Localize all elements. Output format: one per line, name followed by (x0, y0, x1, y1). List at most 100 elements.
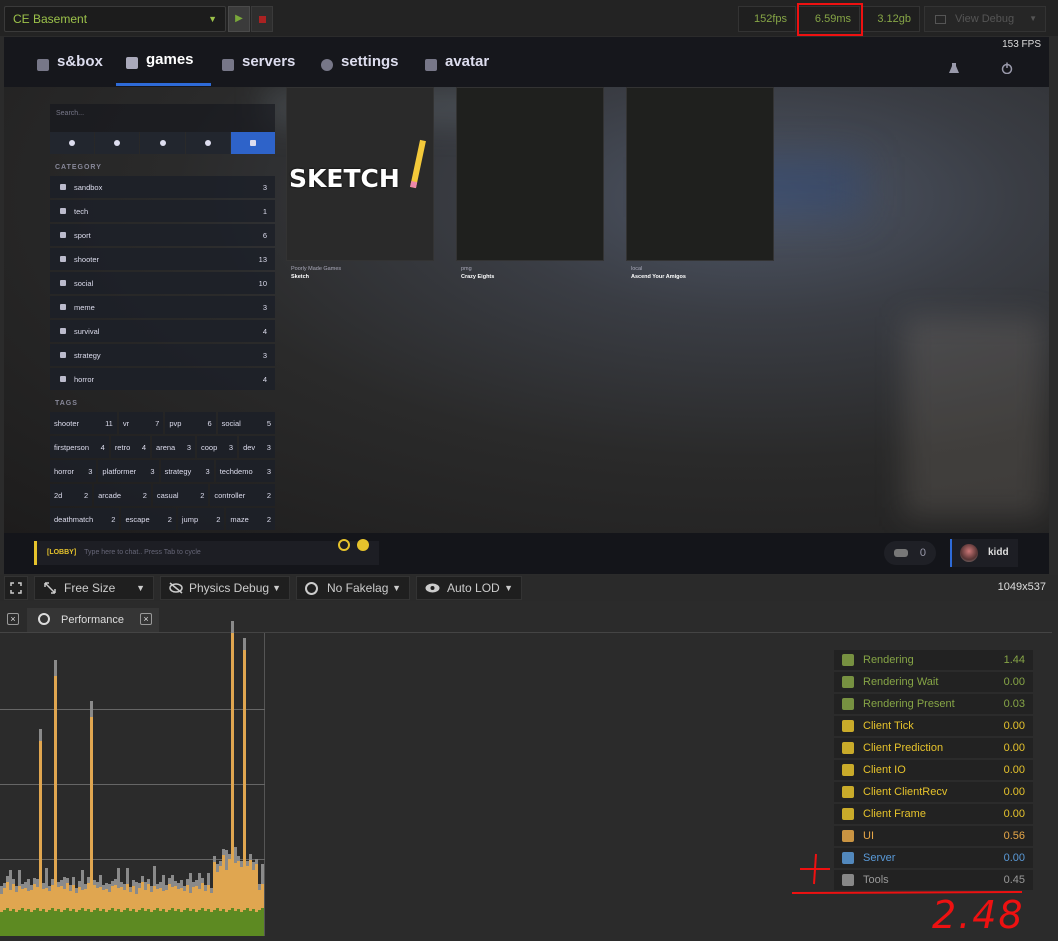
game-card-sketch[interactable]: SKETCH (286, 87, 434, 261)
metric-row[interactable]: Client Prediction 0.00 (834, 738, 1033, 758)
tag-chip[interactable]: horror 3 (50, 460, 97, 482)
play-button[interactable]: ▶ (228, 6, 250, 32)
metric-label: Client Frame (863, 808, 926, 820)
tag-chip[interactable]: maze 2 (226, 508, 275, 530)
fakelag-label: No Fakelag (327, 581, 389, 595)
category-item[interactable]: shooter 13 (50, 248, 275, 270)
category-item[interactable]: tech 1 (50, 200, 275, 222)
tag-chip[interactable]: strategy 3 (160, 460, 214, 482)
trophy-filter-button[interactable] (50, 132, 95, 154)
tag-chip[interactable]: deathmatch 2 (50, 508, 120, 530)
metric-label: Client Tick (863, 720, 914, 732)
game-viewport[interactable]: s&box games servers settings avatar 153 … (4, 37, 1049, 574)
person-icon (425, 59, 437, 71)
lod-dropdown[interactable]: Auto LOD ▼ (416, 576, 522, 600)
annotation-plus: + (816, 850, 817, 851)
category-item[interactable]: sport 6 (50, 224, 275, 246)
tag-label: maze (230, 514, 249, 524)
physics-debug-dropdown[interactable]: Physics Debug ▼ (160, 576, 290, 600)
stop-icon (259, 16, 266, 23)
tag-chip[interactable]: arena 3 (152, 436, 196, 458)
tag-chip[interactable]: social 5 (217, 412, 275, 434)
fakelag-dropdown[interactable]: No Fakelag ▼ (296, 576, 410, 600)
view-debug-button[interactable]: View Debug ▼ (924, 6, 1046, 32)
nav-avatar[interactable]: avatar (425, 53, 489, 83)
metric-row[interactable]: Rendering Wait 0.00 (834, 672, 1033, 692)
recent-filter-button[interactable] (185, 132, 230, 154)
tag-chip[interactable]: 2d 2 (50, 484, 93, 506)
user-profile[interactable]: kidd (950, 539, 1018, 567)
category-label: meme (74, 302, 95, 312)
category-item[interactable]: strategy 3 (50, 344, 275, 366)
category-icon (60, 376, 66, 382)
metric-row[interactable]: Client Tick 0.00 (834, 716, 1033, 736)
saved-filter-button[interactable] (230, 132, 276, 154)
metric-row[interactable]: UI 0.56 (834, 826, 1033, 846)
metric-value: 0.03 (1003, 698, 1025, 710)
category-item[interactable]: horror 4 (50, 368, 275, 390)
metric-value: 1.44 (1003, 654, 1025, 666)
fullscreen-button[interactable] (4, 576, 28, 600)
tag-count: 3 (186, 442, 192, 452)
tag-chip[interactable]: casual 2 (152, 484, 209, 506)
power-icon[interactable] (1001, 61, 1013, 75)
category-item[interactable]: sandbox 3 (50, 176, 275, 198)
scene-select[interactable]: CE Basement ▼ (4, 6, 226, 32)
free-size-dropdown[interactable]: Free Size ▼ (34, 576, 154, 600)
tag-chip[interactable]: arcade 2 (94, 484, 151, 506)
game-card-crazy-eights[interactable] (456, 87, 604, 261)
search-input[interactable]: Search... (50, 104, 275, 132)
metric-row[interactable]: Client Frame 0.00 (834, 804, 1033, 824)
tag-chip[interactable]: shooter 11 (50, 412, 117, 434)
emoji-icon[interactable] (357, 539, 369, 551)
close-icon[interactable]: × (140, 613, 152, 625)
tag-chip[interactable]: controller 2 (210, 484, 276, 506)
tag-label: retro (114, 442, 131, 452)
tag-chip[interactable]: firstperson 4 (50, 436, 109, 458)
tag-chip[interactable]: pvp 6 (165, 412, 216, 434)
tag-label: escape (125, 514, 150, 524)
tag-chip[interactable]: retro 4 (110, 436, 151, 458)
card-title[interactable]: Sketch (291, 274, 309, 280)
close-icon[interactable]: × (7, 613, 19, 625)
tag-count: 2 (266, 490, 272, 500)
nav-servers[interactable]: servers (222, 53, 295, 83)
circle-icon (842, 830, 854, 842)
nav-label: avatar (445, 53, 490, 70)
card-title[interactable]: Crazy Eights (461, 274, 494, 280)
category-list: sandbox 3 tech 1 sport 6 shooter 13 social 10 meme… (50, 176, 275, 390)
tag-chip[interactable]: vr 7 (118, 412, 164, 434)
location-icon[interactable] (338, 539, 350, 551)
tag-chip[interactable]: platformer 3 (98, 460, 159, 482)
tag-chip[interactable]: jump 2 (177, 508, 225, 530)
tag-chip[interactable]: escape 2 (121, 508, 176, 530)
category-label: shooter (74, 254, 100, 264)
chevron-down-icon: ▼ (392, 583, 401, 593)
flask-icon[interactable] (948, 61, 960, 73)
category-item[interactable]: social 10 (50, 272, 275, 294)
card-title[interactable]: Ascend Your Amigos (631, 274, 686, 280)
tag-chip[interactable]: techdemo 3 (215, 460, 276, 482)
metric-row[interactable]: Rendering Present 0.03 (834, 694, 1033, 714)
category-item[interactable]: meme 3 (50, 296, 275, 318)
metric-row[interactable]: Client IO 0.00 (834, 760, 1033, 780)
metric-row[interactable]: Client ClientRecv 0.00 (834, 782, 1033, 802)
nav-games[interactable]: games (126, 51, 194, 81)
category-item[interactable]: survival 4 (50, 320, 275, 342)
tag-count: 3 (205, 466, 210, 476)
tag-chip[interactable]: coop 3 (197, 436, 238, 458)
tag-chip[interactable]: dev 3 (239, 436, 275, 458)
image-dashed-icon (842, 698, 854, 710)
trending-filter-button[interactable] (95, 132, 140, 154)
stop-button[interactable] (251, 6, 273, 32)
nav-settings[interactable]: settings (321, 53, 399, 83)
bug-filter-button[interactable] (140, 132, 185, 154)
game-card-ascend[interactable] (626, 87, 774, 261)
chat-input[interactable]: [LOBBY] Type here to chat.. Press Tab to … (34, 541, 379, 565)
category-count: 4 (262, 374, 267, 384)
tag-count: 3 (88, 466, 93, 476)
nav-sbox[interactable]: s&box (37, 53, 103, 83)
metric-row[interactable]: Rendering 1.44 (834, 650, 1033, 670)
party-button[interactable]: 0 (884, 541, 936, 565)
tag-row: deathmatch 2 escape 2 jump 2 maze 2 (50, 508, 275, 530)
